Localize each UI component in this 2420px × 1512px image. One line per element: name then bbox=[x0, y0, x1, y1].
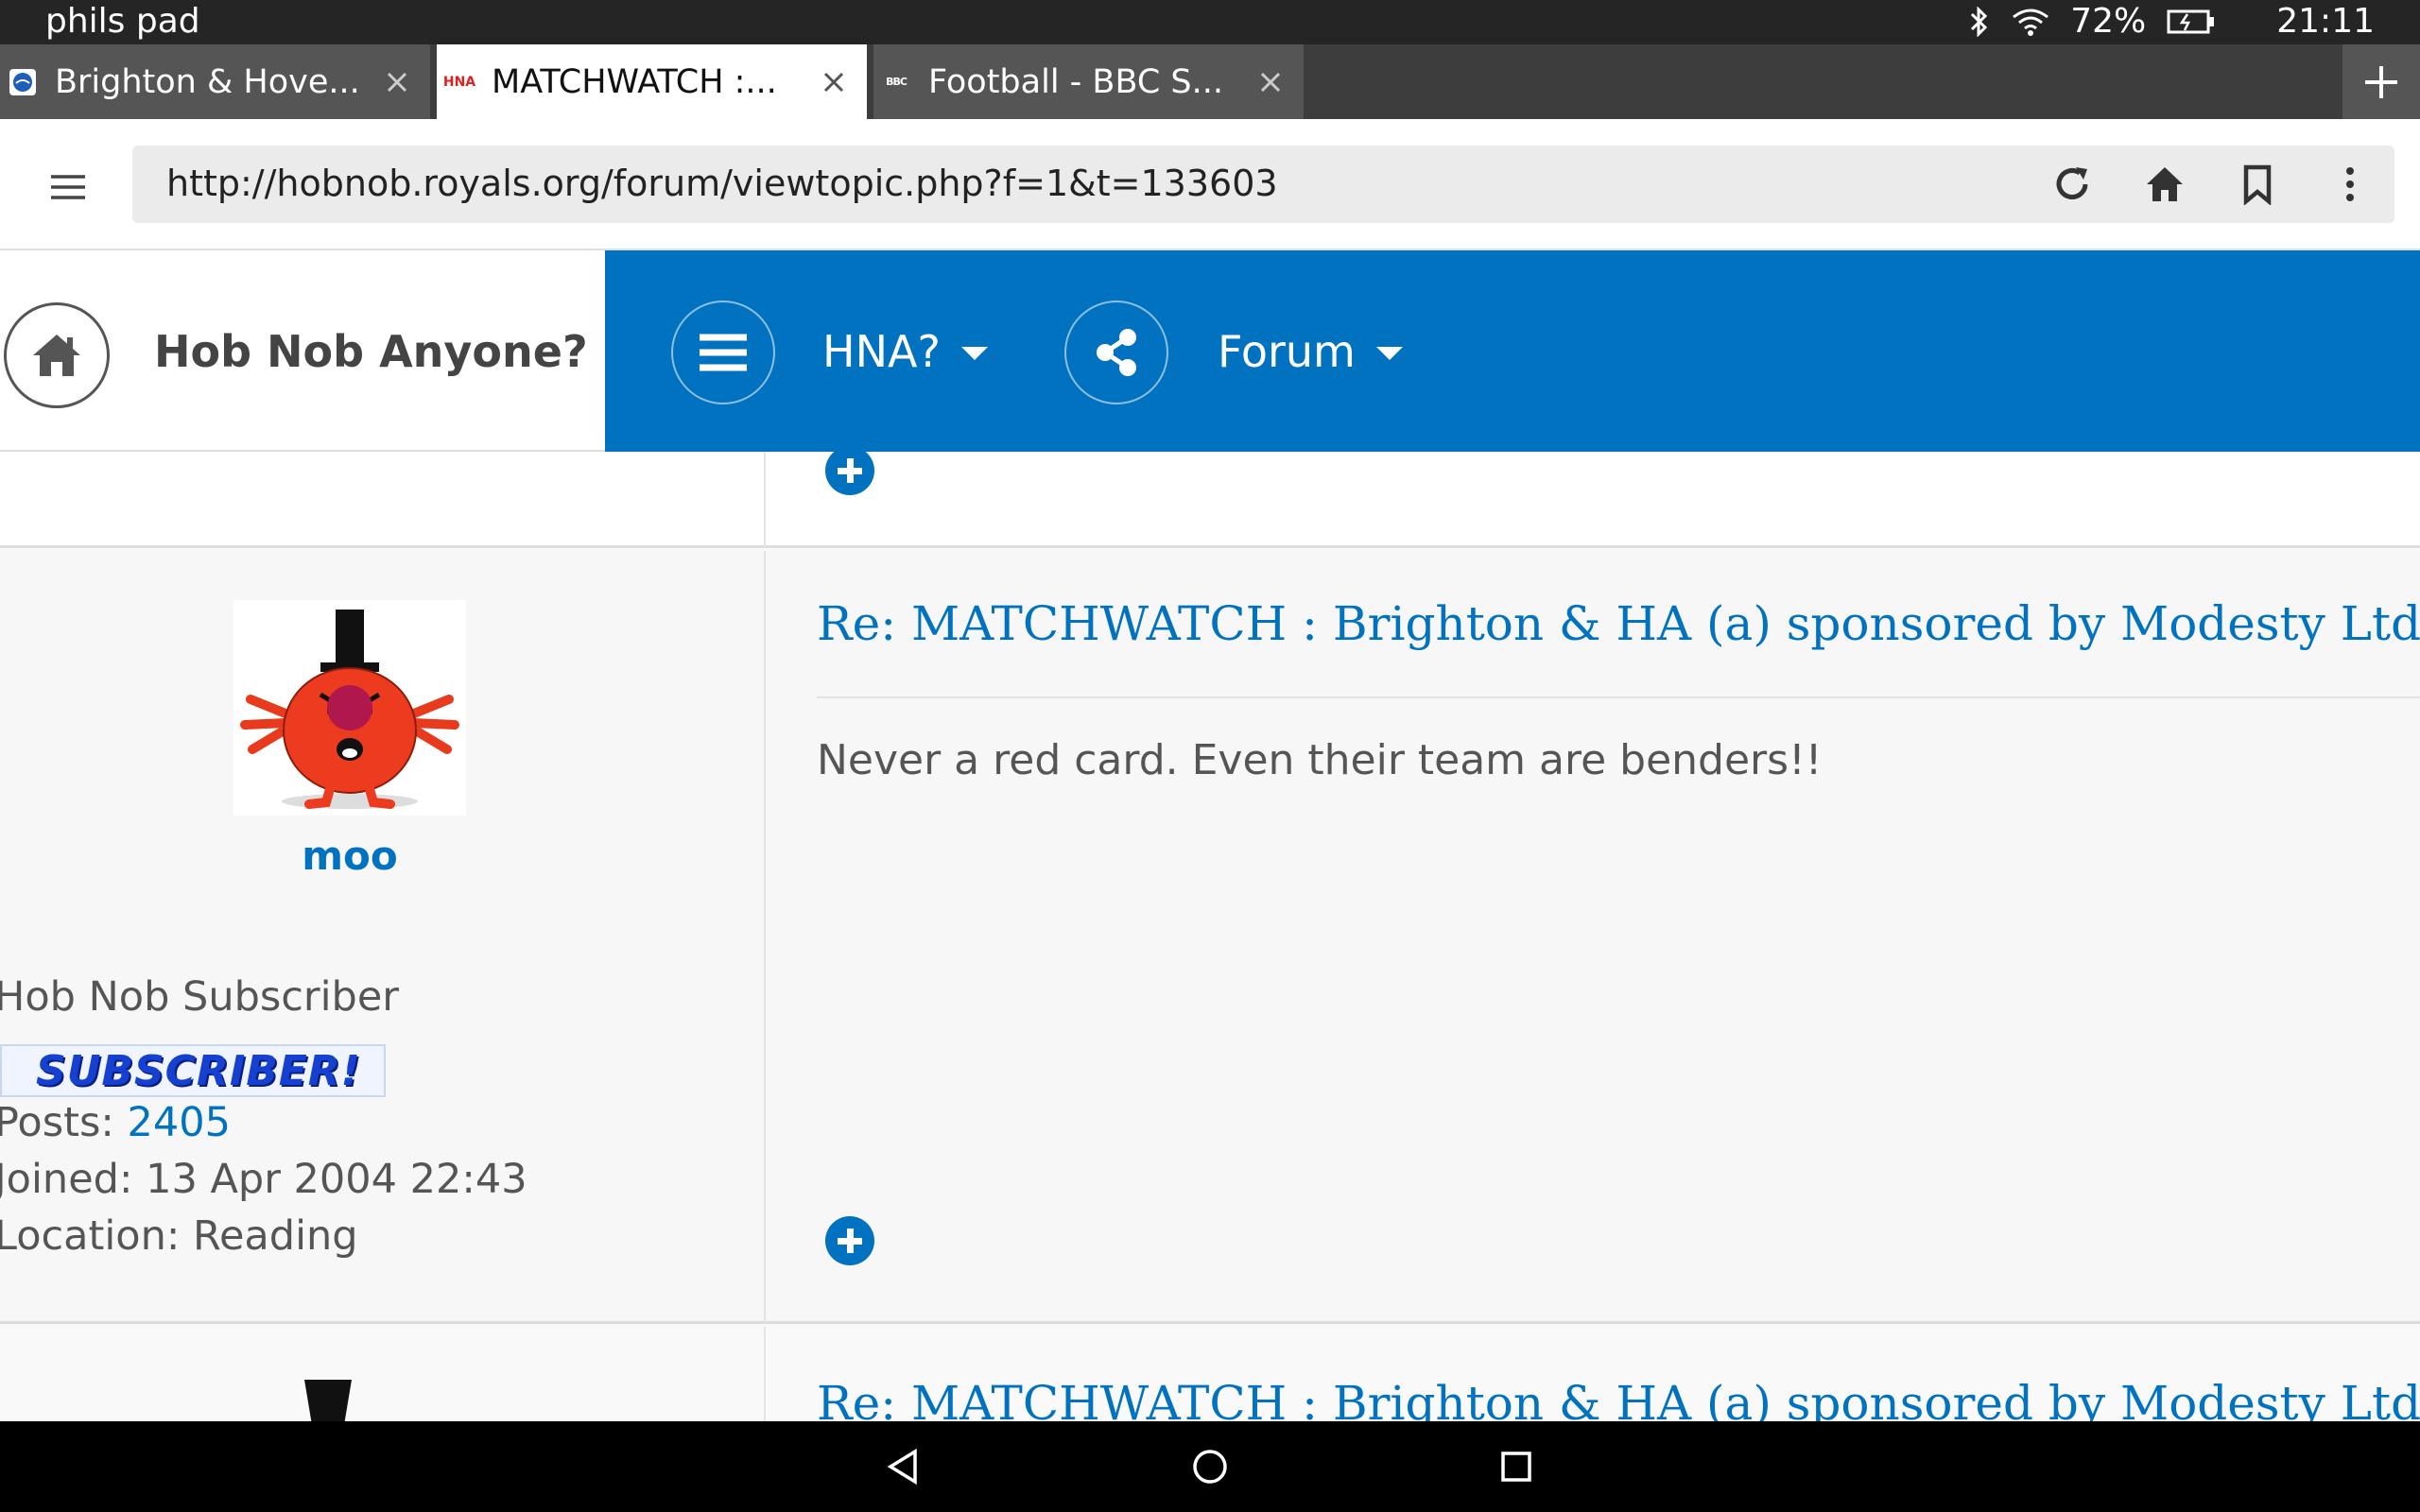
forum-post: moo Hob Nob Subscriber SUBSCRIBER! Posts… bbox=[0, 551, 2420, 1324]
posts-label: Posts: bbox=[0, 1099, 114, 1146]
user-location: Location: Reading bbox=[0, 1212, 358, 1260]
battery-icon bbox=[2167, 9, 2216, 35]
posts-count-link[interactable]: 2405 bbox=[128, 1099, 231, 1146]
bbc-favicon: BBC bbox=[886, 76, 908, 88]
site-header-brand: Hob Nob Anyone? bbox=[0, 250, 605, 452]
url-text[interactable]: http://hobnob.royals.org/forum/viewtopic… bbox=[166, 163, 1278, 204]
user-rank: Hob Nob Subscriber bbox=[0, 973, 399, 1021]
close-icon[interactable] bbox=[801, 44, 867, 119]
column-divider bbox=[764, 452, 766, 548]
mr-angry-avatar-icon bbox=[240, 610, 459, 809]
bookmark-icon[interactable] bbox=[2232, 159, 2283, 210]
nav-label: Forum bbox=[1218, 326, 1356, 377]
caret-down-icon bbox=[1375, 347, 1403, 360]
share-button[interactable] bbox=[1064, 301, 1168, 404]
post-divider bbox=[817, 696, 2420, 698]
reload-icon[interactable] bbox=[2047, 159, 2098, 210]
hamburger-menu-icon[interactable] bbox=[38, 157, 98, 217]
expand-plus-icon[interactable] bbox=[825, 1216, 874, 1265]
post-author-username[interactable]: moo bbox=[0, 833, 700, 879]
tab-title: Football - BBC S... bbox=[928, 62, 1223, 101]
close-icon[interactable] bbox=[364, 44, 430, 119]
user-avatar[interactable] bbox=[233, 600, 466, 816]
user-avatar-hat-icon bbox=[304, 1380, 352, 1421]
user-posts-count: Posts: 2405 bbox=[0, 1099, 231, 1146]
wifi-icon bbox=[2012, 8, 2049, 36]
next-forum-post: Re: MATCHWATCH : Brighton & HA (a) spons… bbox=[0, 1327, 2420, 1421]
post-title-link[interactable]: Re: MATCHWATCH : Brighton & HA (a) spons… bbox=[817, 596, 2420, 651]
more-options-icon[interactable] bbox=[2325, 159, 2376, 210]
tab-title: Brighton & Hove... bbox=[55, 62, 360, 101]
device-name: phils pad bbox=[45, 2, 200, 41]
post-content: Never a red card. Even their team are be… bbox=[817, 736, 1823, 784]
address-bar[interactable]: http://hobnob.royals.org/forum/viewtopic… bbox=[132, 146, 2394, 223]
bluetooth-icon bbox=[1968, 6, 1991, 37]
tab-bar: Brighton & Hove... HNA MATCHWATCH :... B… bbox=[0, 44, 2420, 119]
site-menu-button[interactable] bbox=[671, 301, 775, 404]
battery-percent: 72% bbox=[2070, 2, 2147, 41]
new-tab-button[interactable] bbox=[2342, 44, 2420, 119]
plus-icon bbox=[2365, 65, 2397, 98]
caret-down-icon bbox=[960, 347, 988, 360]
tab-title: MATCHWATCH :... bbox=[492, 62, 777, 101]
site-title[interactable]: Hob Nob Anyone? bbox=[154, 326, 588, 377]
recent-apps-icon[interactable] bbox=[1488, 1438, 1545, 1495]
tab-matchwatch[interactable]: HNA MATCHWATCH :... bbox=[437, 44, 867, 119]
clock: 21:11 bbox=[2276, 2, 2375, 41]
home-icon bbox=[33, 335, 80, 376]
tab-bbc-football[interactable]: BBC Football - BBC S... bbox=[873, 44, 1304, 119]
close-icon[interactable] bbox=[1237, 44, 1304, 119]
post-title-link[interactable]: Re: MATCHWATCH : Brighton & HA (a) spons… bbox=[817, 1376, 2420, 1421]
column-divider bbox=[764, 1327, 766, 1421]
nav-hna-dropdown[interactable]: HNA? bbox=[822, 326, 988, 377]
site-nav-bar: HNA? Forum bbox=[605, 250, 2420, 452]
previous-post-footer bbox=[0, 446, 2420, 548]
status-bar: phils pad 72% 21:11 bbox=[0, 0, 2420, 44]
list-icon bbox=[700, 334, 747, 371]
back-icon[interactable] bbox=[875, 1438, 932, 1495]
android-nav-bar bbox=[0, 1421, 2420, 1512]
column-divider bbox=[764, 551, 766, 1324]
seagull-icon bbox=[9, 68, 36, 95]
user-joined-date: Joined: 13 Apr 2004 22:43 bbox=[0, 1156, 527, 1203]
hna-favicon: HNA bbox=[442, 74, 476, 90]
subscriber-badge: SUBSCRIBER! bbox=[0, 1044, 386, 1097]
home-circle-icon[interactable] bbox=[1182, 1438, 1238, 1495]
nav-label: HNA? bbox=[822, 326, 941, 377]
expand-plus-icon[interactable] bbox=[825, 446, 874, 495]
tab-brighton[interactable]: Brighton & Hove... bbox=[0, 44, 430, 119]
home-icon[interactable] bbox=[2139, 159, 2190, 210]
site-home-button[interactable] bbox=[4, 302, 110, 408]
browser-toolbar: http://hobnob.royals.org/forum/viewtopic… bbox=[0, 119, 2420, 250]
nav-forum-dropdown[interactable]: Forum bbox=[1218, 326, 1403, 377]
share-icon bbox=[1097, 329, 1136, 376]
